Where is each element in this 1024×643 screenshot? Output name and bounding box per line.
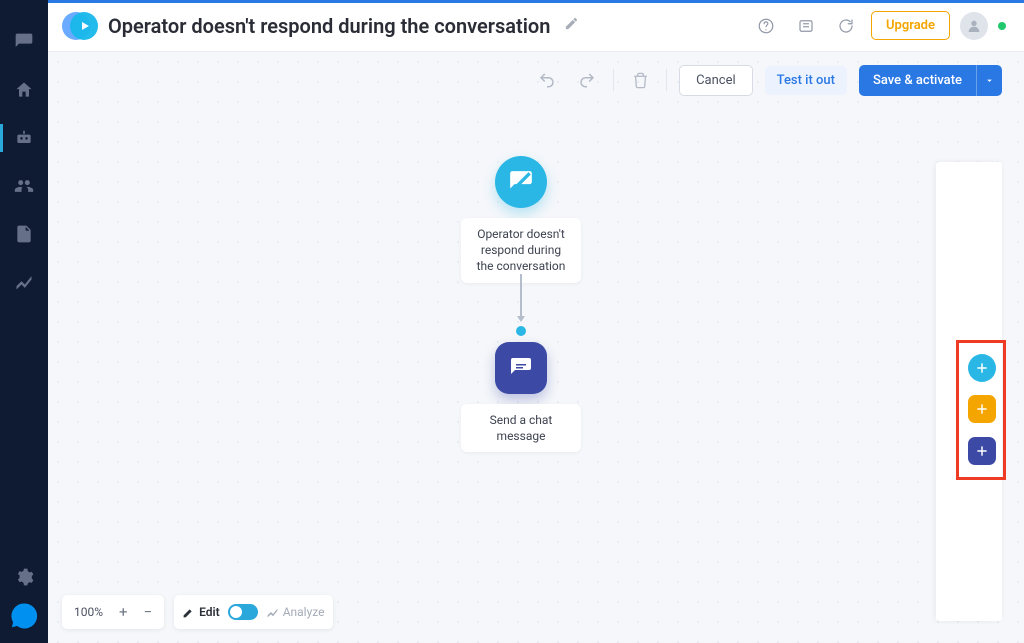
page-title: Operator doesn't respond during the conv… xyxy=(108,16,550,36)
analytics-icon xyxy=(14,272,34,292)
delete-button[interactable] xyxy=(626,64,654,96)
pencil-icon xyxy=(182,606,195,619)
content-icon xyxy=(14,224,34,244)
help-button[interactable] xyxy=(751,11,781,41)
test-button[interactable]: Test it out xyxy=(765,66,847,95)
nav-content[interactable] xyxy=(0,210,48,258)
bot-icon xyxy=(14,128,34,148)
nav-chat[interactable] xyxy=(0,18,48,66)
mode-switch: Edit Analyze xyxy=(174,595,332,629)
refresh-button[interactable] xyxy=(831,11,861,41)
bottom-bar: 100% + − Edit Analyze xyxy=(62,595,333,629)
news-button[interactable] xyxy=(791,11,821,41)
plus-icon xyxy=(975,444,989,458)
refresh-icon xyxy=(837,17,855,35)
mode-analyze[interactable]: Analyze xyxy=(266,605,325,619)
zoom-out-button[interactable]: − xyxy=(140,603,157,621)
undo-icon xyxy=(538,71,556,89)
main-area: Operator doesn't respond during the conv… xyxy=(48,0,1024,643)
action-bar: Cancel Test it out Save & activate xyxy=(533,64,1002,96)
action-node-icon xyxy=(495,342,547,394)
connector-handle[interactable] xyxy=(516,326,526,336)
add-action-button[interactable] xyxy=(968,437,996,465)
undo-button[interactable] xyxy=(533,64,561,96)
redo-button[interactable] xyxy=(573,64,601,96)
home-icon xyxy=(14,80,34,100)
mode-analyze-label: Analyze xyxy=(283,605,325,619)
save-activate-button[interactable]: Save & activate xyxy=(859,65,976,96)
gear-icon xyxy=(14,567,34,587)
avatar[interactable] xyxy=(960,12,988,40)
left-sidebar xyxy=(0,0,48,643)
zoom-control: 100% + − xyxy=(62,595,164,629)
pencil-icon xyxy=(564,16,579,31)
trash-icon xyxy=(632,72,649,89)
flow-connector xyxy=(520,274,522,320)
brand-bubble-icon xyxy=(9,601,39,631)
nav-analytics[interactable] xyxy=(0,258,48,306)
add-condition-button[interactable] xyxy=(968,395,996,423)
edit-title-button[interactable] xyxy=(560,12,583,39)
no-reply-chat-icon xyxy=(508,169,534,195)
help-icon xyxy=(757,17,775,35)
user-icon xyxy=(966,18,982,34)
mode-toggle[interactable] xyxy=(228,604,258,620)
trigger-node[interactable]: Operator doesn't respond during the conv… xyxy=(461,156,581,283)
trigger-node-label: Operator doesn't respond during the conv… xyxy=(461,218,581,283)
action-node-label: Send a chat message xyxy=(461,404,581,452)
top-bar: Operator doesn't respond during the conv… xyxy=(48,0,1024,52)
plus-icon xyxy=(975,361,989,375)
contacts-icon xyxy=(14,176,34,196)
trigger-node-icon xyxy=(495,156,547,208)
save-button-group: Save & activate xyxy=(859,65,1002,96)
analytics-icon xyxy=(266,606,279,619)
plus-icon xyxy=(975,402,989,416)
nav-settings[interactable] xyxy=(0,553,48,601)
mode-edit-label: Edit xyxy=(199,605,220,619)
chat-icon xyxy=(14,32,34,52)
online-status-dot xyxy=(998,22,1006,30)
divider xyxy=(613,69,614,91)
flow-canvas[interactable]: Operator doesn't respond during the conv… xyxy=(48,52,1024,643)
cancel-button[interactable]: Cancel xyxy=(679,65,753,96)
chevron-down-icon xyxy=(984,75,995,86)
mode-edit[interactable]: Edit xyxy=(182,605,220,619)
nav-home[interactable] xyxy=(0,66,48,114)
top-accent xyxy=(48,0,1024,3)
action-node[interactable]: Send a chat message xyxy=(461,342,581,452)
upgrade-button[interactable]: Upgrade xyxy=(871,11,950,40)
zoom-value: 100% xyxy=(70,605,107,619)
divider xyxy=(666,69,667,91)
chat-message-icon xyxy=(509,356,533,380)
zoom-in-button[interactable]: + xyxy=(115,603,132,621)
save-more-button[interactable] xyxy=(976,65,1002,96)
redo-icon xyxy=(578,71,596,89)
nav-contacts[interactable] xyxy=(0,162,48,210)
nav-bot[interactable] xyxy=(0,114,48,162)
add-trigger-button[interactable] xyxy=(968,354,996,382)
app-logo[interactable] xyxy=(62,9,96,43)
news-icon xyxy=(797,17,815,35)
